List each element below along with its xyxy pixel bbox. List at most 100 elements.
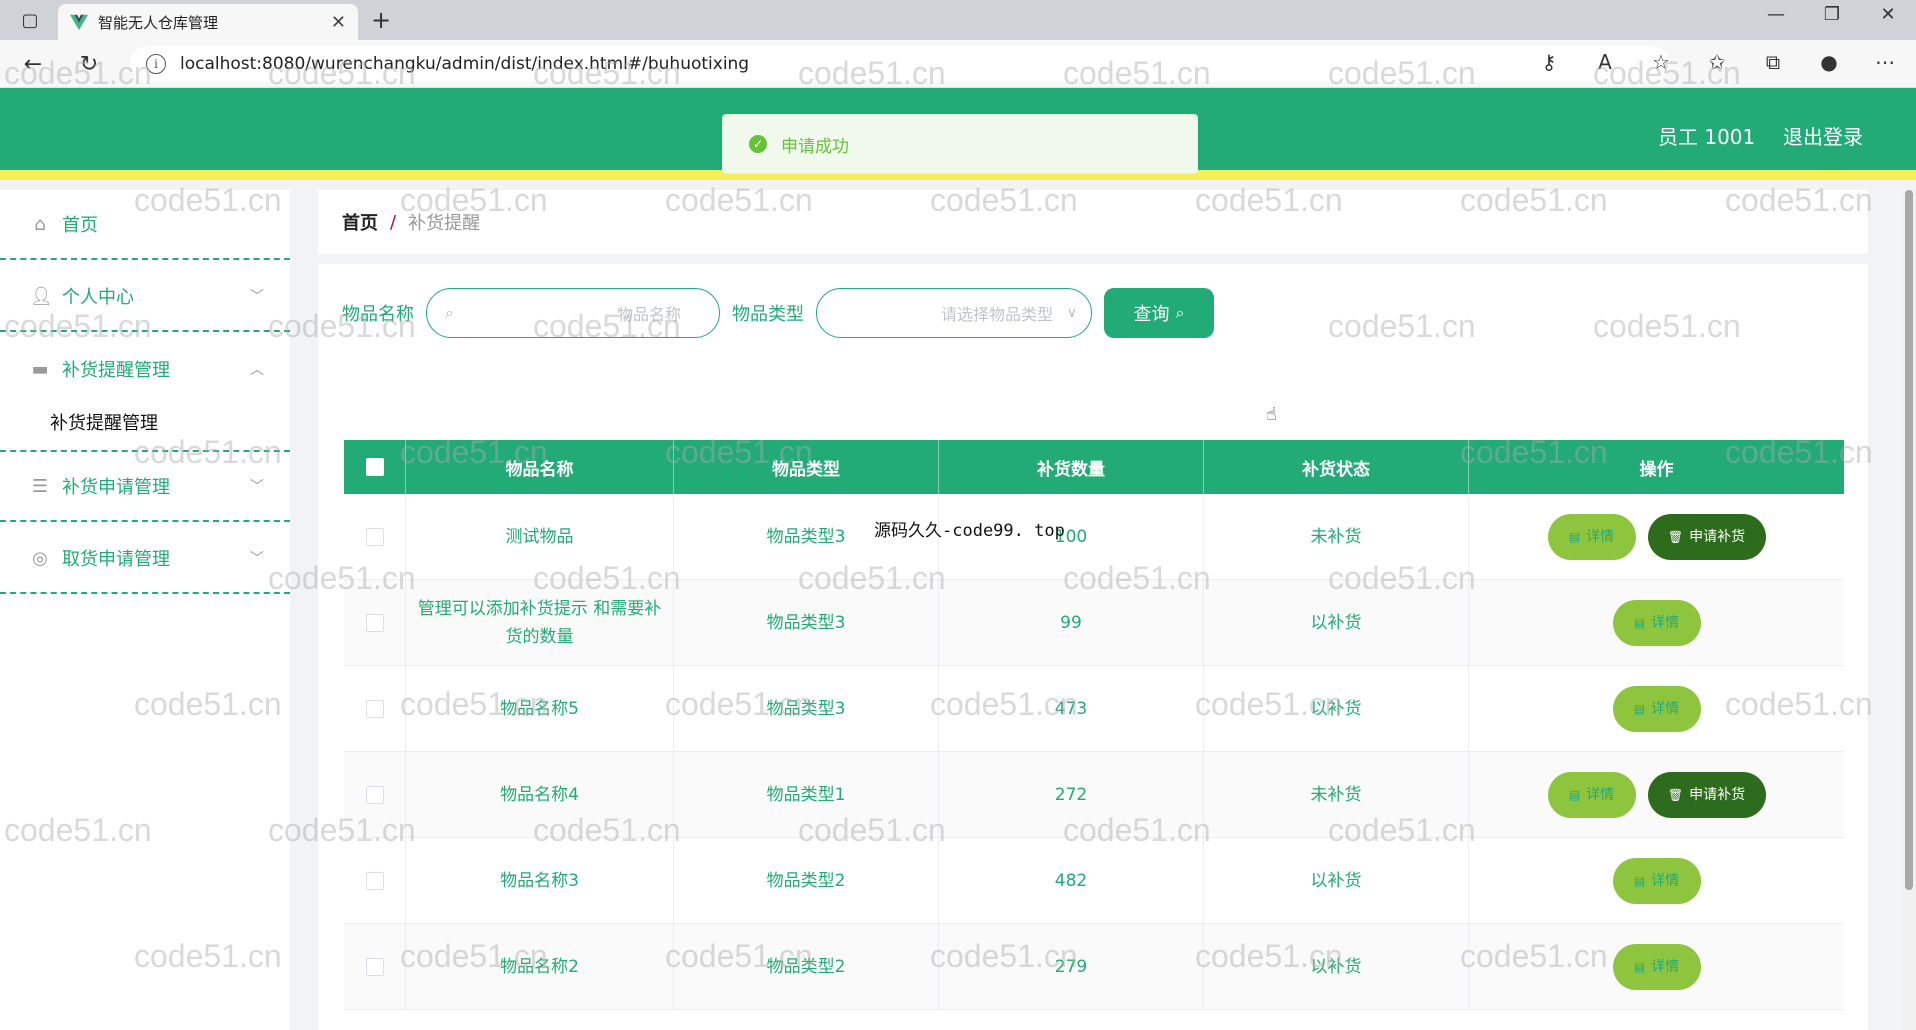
row-checkbox[interactable]	[365, 786, 384, 804]
logout-link[interactable]: 退出登录	[1783, 121, 1863, 150]
item-name-placeholder: 物品名称	[616, 305, 681, 324]
minimize-icon[interactable]: —	[1762, 4, 1790, 25]
cell-qty: 99	[939, 580, 1204, 666]
item-type-select[interactable]: 请选择物品类型 ∨	[816, 288, 1092, 338]
user-icon: 👤︎	[30, 285, 53, 307]
detail-button[interactable]: ▤ 详情	[1612, 858, 1701, 904]
row-checkbox[interactable]	[365, 872, 384, 890]
cell-actions: ▤ 详情 🗑︎ 申请补货	[1469, 752, 1844, 838]
sidebar-item-label: 首页	[62, 215, 98, 236]
refresh-icon[interactable]: ↻	[74, 50, 104, 78]
query-button-label: 查询	[1133, 304, 1170, 325]
sidebar-toggle-icon[interactable]: ▢	[14, 6, 46, 34]
apply-label: 申请补货	[1689, 529, 1746, 545]
sidebar-item-profile[interactable]: 👤︎ 个人中心 ﹀	[0, 262, 290, 332]
favorites-icon[interactable]: ✩	[1700, 50, 1734, 74]
cell-qty: 279	[939, 924, 1204, 1010]
cell-qty: 473	[939, 666, 1204, 752]
url-field[interactable]: i localhost:8080/wurenchangku/admin/dist…	[130, 46, 1670, 82]
chevron-down-icon: ∨	[1066, 305, 1077, 321]
detail-button[interactable]: ▤ 详情	[1547, 772, 1636, 818]
main-area: 首页 / 补货提醒 物品名称 ⌕ 物品名称 物品类型 请选择物品类型 ∨ 查询 …	[318, 190, 1868, 1030]
detail-button[interactable]: ▤ 详情	[1612, 600, 1701, 646]
chevron-down-icon: ﹀	[250, 551, 264, 567]
tab-close-icon[interactable]: ✕	[331, 12, 346, 33]
current-user: 员工 1001	[1658, 125, 1756, 149]
sidebar-item-pickup-apply[interactable]: ◎ 取货申请管理 ﹀	[0, 524, 290, 594]
submenu-item-restock-reminder[interactable]: 补货提醒管理	[0, 394, 290, 450]
detail-label: 详情	[1651, 873, 1680, 889]
detail-label: 详情	[1586, 787, 1615, 803]
table-row: 管理可以添加补货提示 和需要补货的数量 物品类型3 99 以补货 ▤ 详情	[344, 580, 1844, 666]
url-text: localhost:8080/wurenchangku/admin/dist/i…	[180, 54, 750, 74]
success-check-icon: ✓	[749, 135, 767, 153]
browser-tab[interactable]: 智能无人仓库管理 ✕	[58, 4, 358, 40]
sidebar-item-restock-apply[interactable]: ☰ 补货申请管理 ﹀	[0, 452, 290, 522]
trash-icon: 🗑︎	[1667, 530, 1684, 544]
sidebar: ⌂ 首页 👤︎ 个人中心 ﹀ ▬ 补货提醒管理 ︿ 补货提醒管理 ☰ 补货申请管…	[0, 190, 290, 1030]
document-icon: ▤	[1633, 960, 1646, 974]
cell-name: 物品名称3	[406, 838, 674, 924]
window-close-icon[interactable]: ✕	[1874, 4, 1902, 25]
item-name-input[interactable]: ⌕ 物品名称	[426, 288, 720, 338]
row-checkbox[interactable]	[365, 614, 384, 632]
document-icon: ▤	[1633, 874, 1646, 888]
cell-type: 物品类型3	[674, 666, 939, 752]
site-info-icon[interactable]: i	[146, 54, 166, 74]
sidebar-item-label: 取货申请管理	[62, 549, 170, 570]
maximize-icon[interactable]: ❐	[1818, 4, 1846, 25]
browser-actions: ⚷ A ☆ ✩ ⧉ ● ⋯	[1532, 50, 1902, 74]
read-aloud-icon[interactable]: A	[1588, 50, 1622, 74]
cell-actions: ▤ 详情	[1469, 838, 1844, 924]
select-all-cell	[344, 440, 406, 494]
chevron-up-icon: ︿	[250, 362, 264, 378]
type-label: 物品类型	[732, 304, 804, 325]
document-icon: ▤	[1568, 530, 1581, 544]
detail-button[interactable]: ▤ 详情	[1612, 944, 1701, 990]
collections-icon[interactable]: ⧉	[1756, 50, 1790, 74]
detail-button[interactable]: ▤ 详情	[1547, 514, 1636, 560]
compass-icon: ◎	[32, 547, 48, 569]
cell-status: 未补货	[1204, 494, 1469, 580]
key-icon[interactable]: ⚷	[1532, 50, 1566, 74]
vue-logo-icon	[70, 14, 88, 31]
cell-name: 物品名称2	[406, 924, 674, 1010]
breadcrumb-home[interactable]: 首页	[342, 209, 378, 235]
search-icon: ⌕	[445, 303, 454, 322]
cell-type: 物品类型3	[674, 580, 939, 666]
row-checkbox[interactable]	[365, 700, 384, 718]
table-row: 物品名称4 物品类型1 272 未补货 ▤ 详情 🗑︎ 申请补货	[344, 752, 1844, 838]
home-icon: ⌂	[34, 213, 46, 235]
cell-status: 以补货	[1204, 580, 1469, 666]
table-row: 测试物品 物品类型3 100 未补货 ▤ 详情 🗑︎ 申请补货	[344, 494, 1844, 580]
select-all-checkbox[interactable]	[365, 458, 384, 476]
more-icon[interactable]: ⋯	[1868, 50, 1902, 74]
cell-actions: ▤ 详情 🗑︎ 申请补货	[1469, 494, 1844, 580]
apply-restock-button[interactable]: 🗑︎ 申请补货	[1647, 514, 1766, 560]
sidebar-item-label: 个人中心	[62, 287, 134, 308]
new-tab-icon[interactable]: +	[366, 6, 396, 34]
col-header-name[interactable]: 物品名称	[406, 440, 674, 494]
col-header-type[interactable]: 物品类型	[674, 440, 939, 494]
back-icon[interactable]: ←	[18, 50, 48, 78]
breadcrumb-separator: /	[390, 211, 397, 233]
cell-name: 物品名称5	[406, 666, 674, 752]
query-button[interactable]: 查询 ⌕	[1104, 288, 1214, 338]
search-icon: ⌕	[1175, 303, 1185, 322]
col-header-qty[interactable]: 补货数量	[939, 440, 1204, 494]
col-header-status[interactable]: 补货状态	[1204, 440, 1469, 494]
favorite-star-icon[interactable]: ☆	[1644, 50, 1678, 74]
apply-restock-button[interactable]: 🗑︎ 申请补货	[1647, 772, 1766, 818]
row-checkbox[interactable]	[365, 528, 384, 546]
list-icon: ☰	[31, 475, 49, 497]
profile-icon[interactable]: ●	[1812, 50, 1846, 74]
document-icon: ▤	[1633, 616, 1646, 630]
name-label: 物品名称	[342, 304, 414, 325]
scrollbar-thumb[interactable]	[1905, 190, 1913, 890]
detail-button[interactable]: ▤ 详情	[1612, 686, 1701, 732]
row-checkbox[interactable]	[365, 958, 384, 976]
sidebar-item-home[interactable]: ⌂ 首页	[0, 190, 290, 260]
chevron-down-icon: ﹀	[250, 289, 264, 305]
cell-type: 物品类型2	[674, 924, 939, 1010]
table-header: 物品名称 物品类型 补货数量 补货状态 操作	[344, 440, 1844, 494]
